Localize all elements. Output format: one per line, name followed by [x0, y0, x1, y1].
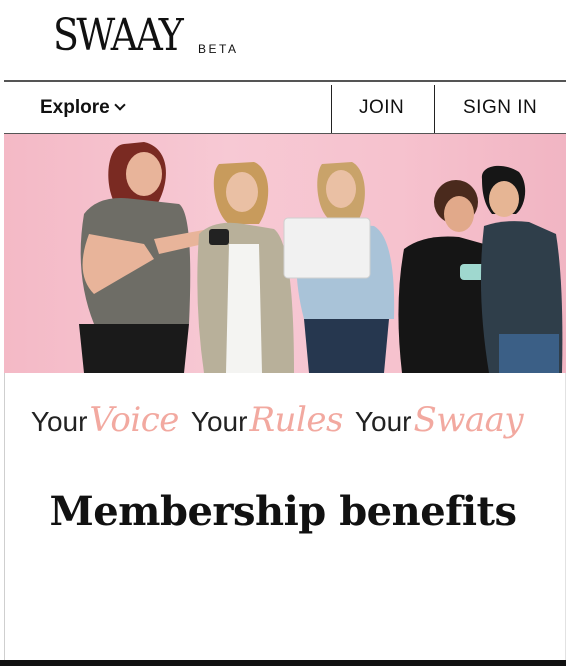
- slogan-voice: Voice: [89, 400, 179, 440]
- main-navbar: Explore JOIN SIGN IN: [4, 80, 566, 134]
- slogan: Your Voice Your Rules Your Swaay: [0, 400, 566, 440]
- site-header: SWAAY BETA: [0, 0, 566, 80]
- hero-image: [4, 134, 566, 373]
- explore-label: Explore: [40, 96, 110, 118]
- nav-divider: [434, 85, 435, 133]
- person-2: [197, 162, 294, 373]
- slogan-your-1: Your: [30, 406, 88, 437]
- slogan-your-3: Your: [354, 406, 412, 437]
- page-heading: Membership benefits: [49, 488, 517, 535]
- slogan-swaay: Swaay: [413, 400, 524, 440]
- explore-menu-button[interactable]: Explore: [40, 82, 126, 133]
- logo-wordmark: SWAAY: [53, 10, 184, 61]
- slogan-rules: Rules: [249, 400, 343, 440]
- person-1: [79, 142, 212, 373]
- person-5: [480, 165, 563, 373]
- chevron-down-icon: [114, 99, 126, 111]
- bottom-edge-bar: [0, 660, 566, 666]
- nav-divider: [331, 85, 332, 133]
- join-button[interactable]: JOIN: [359, 82, 404, 133]
- sign-in-button[interactable]: SIGN IN: [463, 82, 537, 133]
- hero-photo-illustration: [79, 142, 563, 373]
- site-logo[interactable]: SWAAY BETA: [53, 14, 238, 58]
- beta-label: BETA: [198, 42, 239, 56]
- person-3: [283, 162, 395, 373]
- slogan-your-2: Your: [190, 406, 248, 437]
